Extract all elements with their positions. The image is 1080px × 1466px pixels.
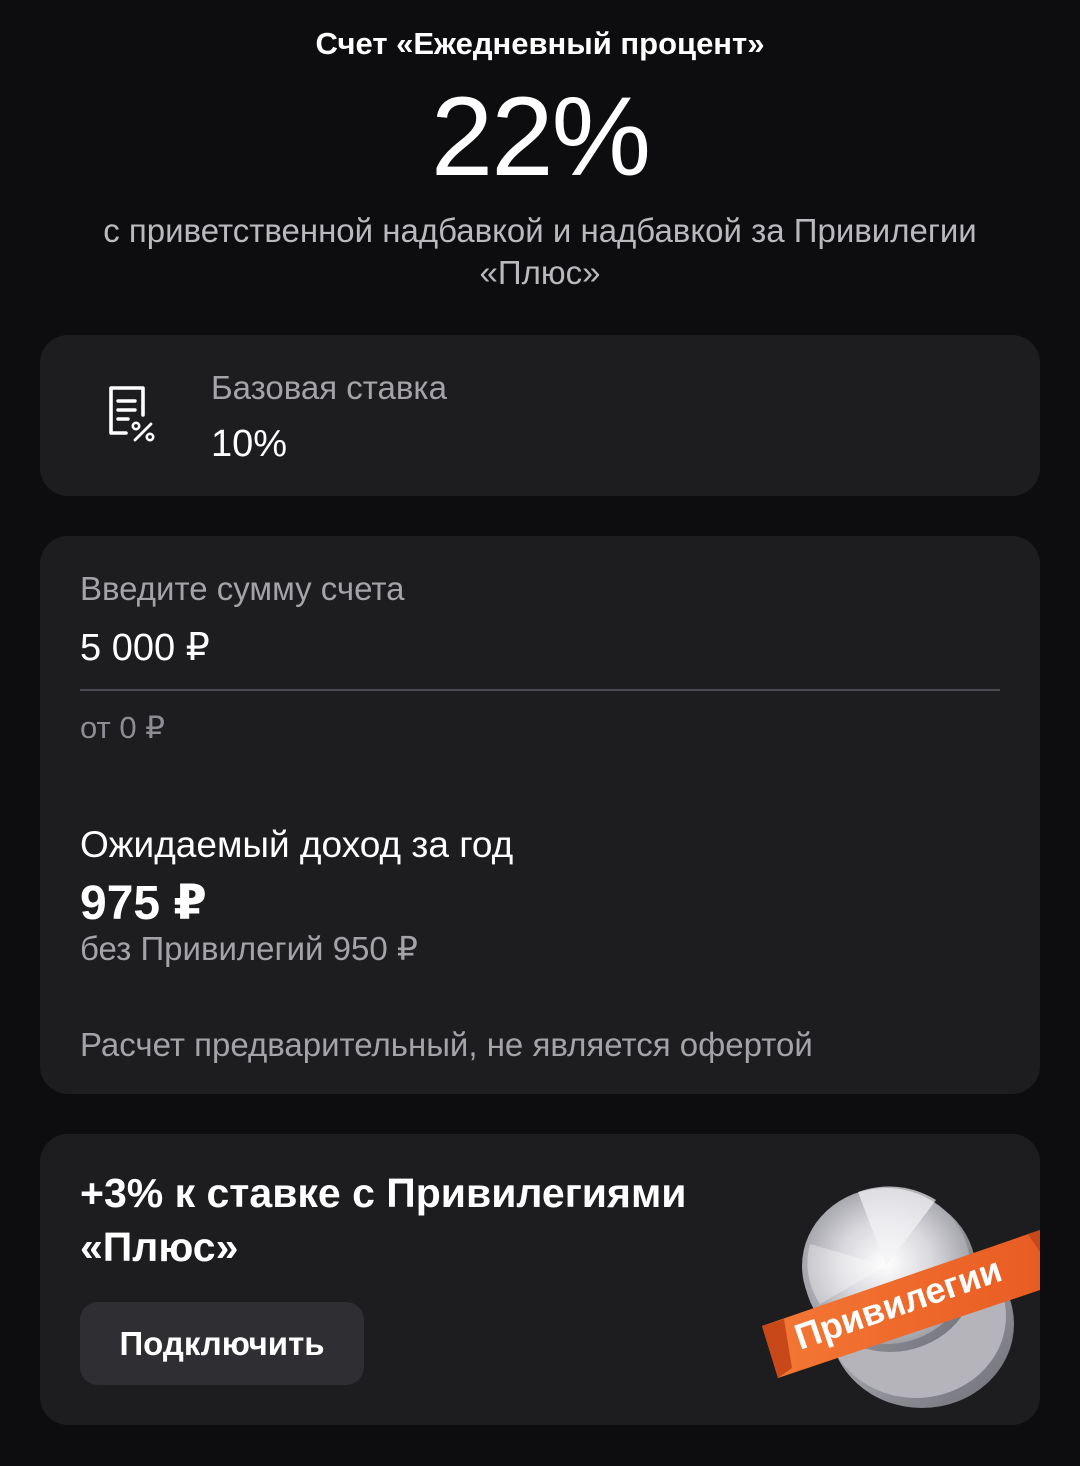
income-without-privileges: без Привилегий 950 ₽ <box>80 930 418 967</box>
amount-divider <box>80 689 1000 691</box>
expected-income-label: Ожидаемый доход за год <box>80 824 514 865</box>
connect-button[interactable]: Подключить <box>80 1302 364 1385</box>
privileges-badge-illustration: Привилегии <box>740 1174 1040 1419</box>
account-title: Счет «Ежедневный процент» <box>315 26 765 61</box>
amount-input[interactable] <box>80 622 1000 672</box>
rate-subtitle: с приветственной надбавкой и надбавкой з… <box>103 212 977 291</box>
document-percent-icon <box>106 385 158 443</box>
base-rate-label: Базовая ставка <box>211 369 447 406</box>
amount-field-label: Введите сумму счета <box>80 570 405 607</box>
promo-title: +3% к ставке с Привилегиями «Плюс» <box>80 1170 687 1270</box>
deposit-calculator-card: Введите сумму счета от 0 ₽ Ожидаемый дох… <box>40 536 1040 1094</box>
calculation-disclaimer: Расчет предварительный, не является офер… <box>80 1026 813 1063</box>
amount-hint: от 0 ₽ <box>80 710 165 745</box>
privileges-promo-card: +3% к ставке с Привилегиями «Плюс» Подкл… <box>40 1134 1040 1425</box>
expected-income-value: 975 ₽ <box>80 877 207 930</box>
base-rate-value: 10% <box>211 423 288 465</box>
total-rate: 22% <box>430 74 651 199</box>
base-rate-card: Базовая ставка 10% <box>40 335 1040 496</box>
